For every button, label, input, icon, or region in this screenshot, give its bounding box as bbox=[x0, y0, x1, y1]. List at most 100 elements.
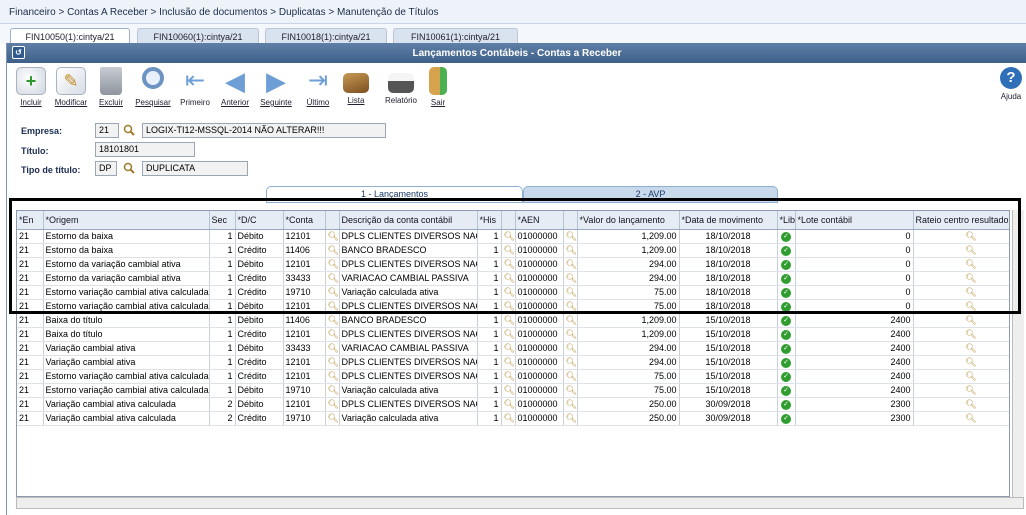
table-cell[interactable]: 2 bbox=[209, 397, 236, 412]
table-cell[interactable]: Estorno variação cambial ativa calculada bbox=[43, 383, 210, 398]
table-cell[interactable]: BANCO BRADESCO bbox=[339, 313, 478, 328]
table-cell[interactable]: 1 bbox=[209, 341, 236, 356]
table-cell[interactable]: Crédito bbox=[235, 355, 284, 370]
empresa-search-icon[interactable] bbox=[123, 124, 135, 136]
table-cell[interactable]: Variação calculada ativa bbox=[339, 411, 478, 426]
lookup-icon[interactable]: 🔍︎ bbox=[965, 329, 976, 340]
anterior-button[interactable]: ◀ Anterior bbox=[217, 67, 253, 111]
table-cell[interactable]: 1 bbox=[209, 355, 236, 370]
table-cell[interactable]: 15/10/2018 bbox=[679, 355, 778, 370]
table-cell[interactable]: 250.00 bbox=[577, 397, 680, 412]
table-row[interactable]: 21 Baixa do título 1 Débito 11406 🔍︎ BANCO BRA… bbox=[17, 313, 1009, 328]
table-cell[interactable]: 1 bbox=[477, 341, 502, 356]
sair-button[interactable]: Sair bbox=[425, 67, 451, 111]
table-cell[interactable]: 2400 bbox=[795, 355, 914, 370]
lookup-icon[interactable]: 🔍︎ bbox=[566, 315, 577, 326]
lookup-cell[interactable]: 🔍︎ bbox=[501, 411, 516, 426]
lookup-icon[interactable]: 🔍︎ bbox=[504, 413, 515, 424]
table-cell[interactable]: 1 bbox=[209, 327, 236, 342]
table-cell[interactable]: 294.00 bbox=[577, 355, 680, 370]
lookup-cell[interactable]: 🔍︎ bbox=[563, 383, 578, 398]
lookup-icon[interactable]: 🔍︎ bbox=[504, 385, 515, 396]
table-cell[interactable]: 1 bbox=[477, 313, 502, 328]
lookup-icon[interactable]: 🔍︎ bbox=[965, 399, 976, 410]
lookup-icon[interactable]: 🔍︎ bbox=[328, 371, 339, 382]
lookup-cell[interactable]: 🔍︎ bbox=[563, 411, 578, 426]
lookup-cell[interactable]: 🔍︎ bbox=[325, 411, 340, 426]
table-cell[interactable]: 21 bbox=[17, 411, 44, 426]
modificar-button[interactable]: ✎ Modificar bbox=[51, 67, 91, 111]
table-cell[interactable]: 21 bbox=[17, 327, 44, 342]
table-cell[interactable]: 1 bbox=[477, 355, 502, 370]
lookup-cell[interactable]: 🔍︎ bbox=[913, 383, 1009, 398]
lookup-icon[interactable]: 🔍︎ bbox=[965, 371, 976, 382]
lookup-cell[interactable]: 🔍︎ bbox=[501, 355, 516, 370]
table-cell[interactable]: 2400 bbox=[795, 313, 914, 328]
table-cell[interactable]: 21 bbox=[17, 369, 44, 384]
table-cell[interactable]: 01000000 bbox=[515, 355, 564, 370]
table-cell[interactable]: 01000000 bbox=[515, 397, 564, 412]
table-cell[interactable]: Baixa do título bbox=[43, 327, 210, 342]
table-cell[interactable]: 01000000 bbox=[515, 341, 564, 356]
table-cell[interactable]: 294.00 bbox=[577, 341, 680, 356]
lookup-icon[interactable]: 🔍︎ bbox=[965, 315, 976, 326]
lookup-cell[interactable]: 🔍︎ bbox=[325, 397, 340, 412]
table-cell[interactable]: 2400 bbox=[795, 369, 914, 384]
table-cell[interactable]: 15/10/2018 bbox=[679, 383, 778, 398]
table-cell[interactable]: 21 bbox=[17, 383, 44, 398]
table-cell[interactable]: 1 bbox=[477, 411, 502, 426]
table-cell[interactable]: Crédito bbox=[235, 327, 284, 342]
table-cell[interactable]: 15/10/2018 bbox=[679, 341, 778, 356]
table-cell[interactable]: 11406 bbox=[283, 313, 326, 328]
table-cell[interactable]: DPLS CLIENTES DIVERSOS NAC bbox=[339, 355, 478, 370]
table-cell[interactable]: Crédito bbox=[235, 411, 284, 426]
lookup-cell[interactable]: 🔍︎ bbox=[325, 341, 340, 356]
table-cell[interactable]: 75.00 bbox=[577, 383, 680, 398]
primeiro-button[interactable]: ⇤ Primeiro bbox=[177, 67, 213, 111]
table-cell[interactable]: 2400 bbox=[795, 383, 914, 398]
lookup-cell[interactable]: 🔍︎ bbox=[913, 369, 1009, 384]
table-cell[interactable]: 2300 bbox=[795, 397, 914, 412]
table-row[interactable]: 21 Estorno variação cambial ativa calcula… bbox=[17, 383, 1009, 398]
lookup-icon[interactable]: 🔍︎ bbox=[566, 385, 577, 396]
table-cell[interactable]: Variação cambial ativa calculada bbox=[43, 397, 210, 412]
table-cell[interactable]: Débito bbox=[235, 313, 284, 328]
lookup-cell[interactable]: 🔍︎ bbox=[501, 383, 516, 398]
table-row[interactable]: 21 Variação cambial ativa 1 Crédito 12101 🔍︎ D… bbox=[17, 355, 1009, 370]
lookup-icon[interactable]: 🔍︎ bbox=[328, 329, 339, 340]
liberado-cell[interactable]: ✓ bbox=[777, 313, 796, 328]
lookup-cell[interactable]: 🔍︎ bbox=[501, 369, 516, 384]
titulo-field[interactable]: 18101801 bbox=[95, 142, 195, 157]
lookup-cell[interactable]: 🔍︎ bbox=[325, 313, 340, 328]
table-cell[interactable]: Variação calculada ativa bbox=[339, 383, 478, 398]
table-cell[interactable]: 15/10/2018 bbox=[679, 313, 778, 328]
lookup-cell[interactable]: 🔍︎ bbox=[913, 411, 1009, 426]
table-cell[interactable]: 12101 bbox=[283, 397, 326, 412]
table-cell[interactable]: Débito bbox=[235, 341, 284, 356]
table-cell[interactable]: 1 bbox=[209, 369, 236, 384]
table-cell[interactable]: Baixa do título bbox=[43, 313, 210, 328]
table-cell[interactable]: 19710 bbox=[283, 411, 326, 426]
table-cell[interactable]: Crédito bbox=[235, 369, 284, 384]
table-cell[interactable]: 30/09/2018 bbox=[679, 397, 778, 412]
table-cell[interactable]: 01000000 bbox=[515, 327, 564, 342]
tipo-search-icon[interactable] bbox=[123, 162, 135, 174]
lookup-icon[interactable]: 🔍︎ bbox=[965, 357, 976, 368]
table-cell[interactable]: 01000000 bbox=[515, 383, 564, 398]
table-cell[interactable]: 01000000 bbox=[515, 411, 564, 426]
lookup-cell[interactable]: 🔍︎ bbox=[563, 397, 578, 412]
lookup-cell[interactable]: 🔍︎ bbox=[563, 341, 578, 356]
table-row[interactable]: 21 Estorno variação cambial ativa calcula… bbox=[17, 369, 1009, 384]
lookup-cell[interactable]: 🔍︎ bbox=[563, 355, 578, 370]
lookup-cell[interactable]: 🔍︎ bbox=[913, 313, 1009, 328]
lookup-icon[interactable]: 🔍︎ bbox=[566, 399, 577, 410]
horizontal-scrollbar[interactable] bbox=[16, 497, 1024, 509]
pesquisar-button[interactable]: Pesquisar bbox=[133, 67, 173, 111]
ultimo-button[interactable]: ⇥ Último bbox=[301, 67, 335, 111]
seguinte-button[interactable]: ▶ Seguinte bbox=[257, 67, 295, 111]
table-cell[interactable]: 12101 bbox=[283, 355, 326, 370]
table-cell[interactable]: 15/10/2018 bbox=[679, 369, 778, 384]
lookup-icon[interactable]: 🔍︎ bbox=[965, 413, 976, 424]
lookup-icon[interactable]: 🔍︎ bbox=[328, 413, 339, 424]
table-cell[interactable]: Variação cambial ativa bbox=[43, 355, 210, 370]
